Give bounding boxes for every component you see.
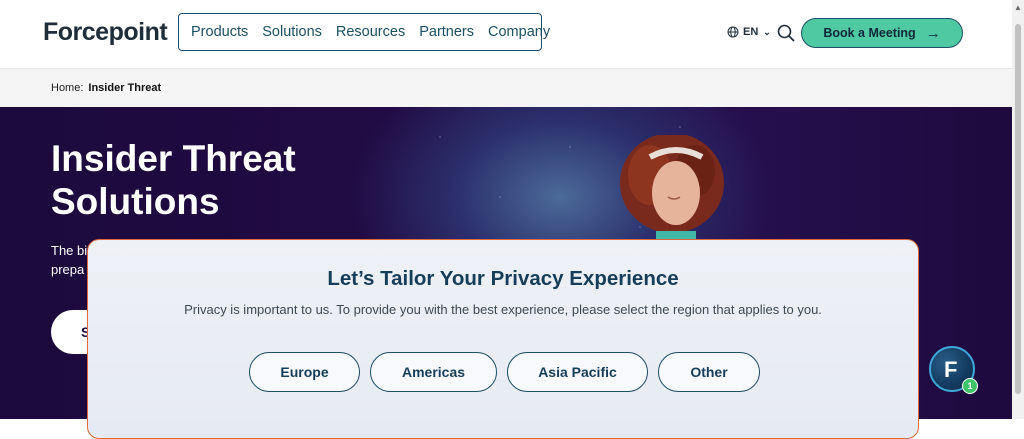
site-header: Forcepoint Products Solutions Resources …	[0, 0, 1012, 69]
breadcrumb: Home: Insider Threat	[0, 69, 1012, 107]
language-label: EN	[743, 26, 759, 38]
hero-woman-image	[620, 135, 724, 245]
region-americas-button[interactable]: Americas	[370, 352, 497, 392]
language-selector[interactable]: EN ⌄	[727, 26, 771, 38]
nav-company[interactable]: Company	[488, 24, 550, 40]
hero-title: Insider Threat Solutions	[51, 138, 296, 222]
breadcrumb-home[interactable]: Home:	[51, 82, 83, 94]
arrow-right-icon: →	[925, 24, 941, 42]
modal-description: Privacy is important to us. To provide y…	[184, 302, 822, 317]
hero-subtitle: The bi prepa	[51, 241, 87, 279]
globe-icon	[727, 26, 739, 38]
region-europe-button[interactable]: Europe	[249, 352, 360, 392]
modal-title: Let’s Tailor Your Privacy Experience	[327, 267, 679, 290]
nav-solutions[interactable]: Solutions	[262, 24, 322, 40]
privacy-region-modal: Let’s Tailor Your Privacy Experience Pri…	[87, 239, 919, 439]
breadcrumb-current: Insider Threat	[88, 82, 162, 94]
hero-subtitle-line: The bi	[51, 243, 88, 258]
scrollbar-thumb[interactable]	[1015, 24, 1021, 394]
forcepoint-logo[interactable]: Forcepoint	[43, 18, 168, 47]
hero-subtitle-line: prepa	[51, 262, 85, 277]
chevron-down-icon: ⌄	[763, 26, 771, 37]
nav-resources[interactable]: Resources	[336, 24, 405, 40]
chat-widget-button[interactable]: F 1	[929, 346, 978, 394]
region-asia-pacific-button[interactable]: Asia Pacific	[507, 352, 648, 392]
search-icon	[777, 24, 795, 42]
page-scrollbar[interactable]: ▲	[1012, 0, 1024, 419]
scroll-up-icon[interactable]: ▲	[1014, 3, 1022, 12]
book-meeting-label: Book a Meeting	[823, 26, 916, 40]
book-meeting-button[interactable]: Book a Meeting →	[801, 18, 963, 48]
nav-partners[interactable]: Partners	[419, 24, 474, 40]
main-nav: Products Solutions Resources Partners Co…	[178, 13, 550, 51]
notification-badge: 1	[962, 378, 978, 394]
forcepoint-f-icon: F	[944, 357, 958, 382]
search-button[interactable]	[777, 24, 795, 47]
nav-products[interactable]: Products	[191, 24, 248, 40]
region-other-button[interactable]: Other	[658, 352, 760, 392]
